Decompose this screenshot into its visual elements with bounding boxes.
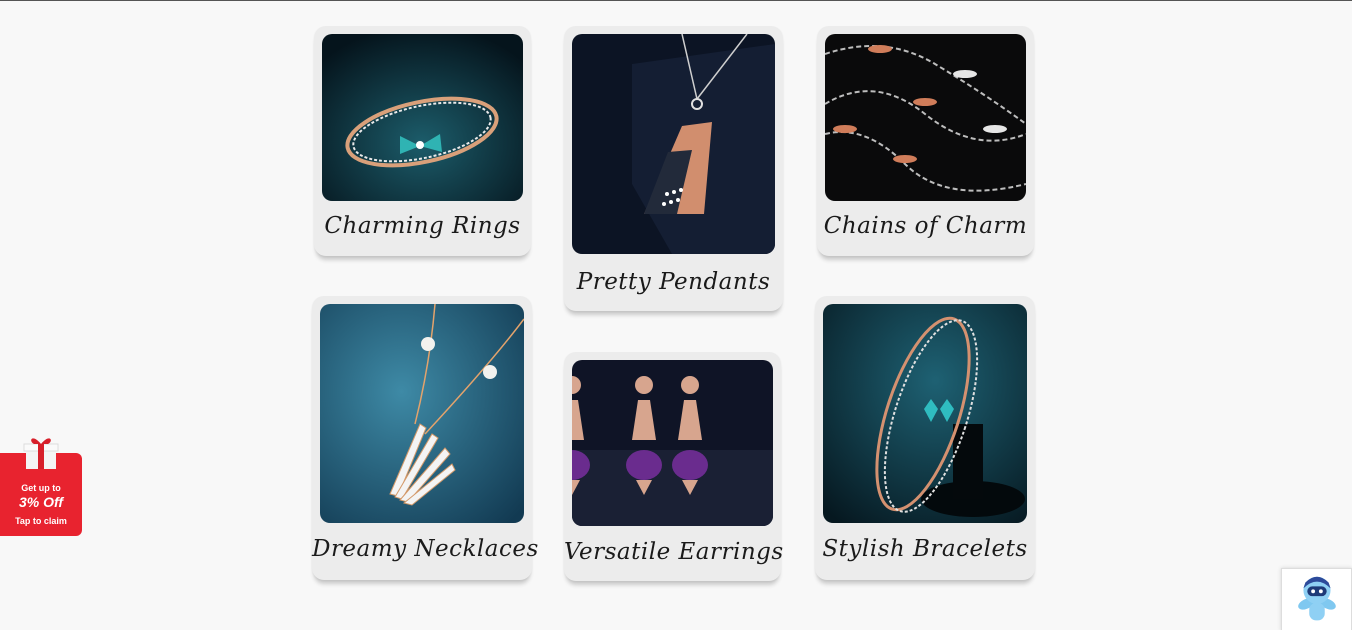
category-card-pendants[interactable]: Pretty Pendants bbox=[564, 26, 783, 311]
category-label: Stylish Bracelets bbox=[822, 536, 1028, 562]
category-card-chains[interactable]: Chains of Charm bbox=[817, 26, 1034, 256]
pendants-image bbox=[572, 34, 775, 254]
category-card-necklaces[interactable]: Dreamy Necklaces bbox=[312, 296, 539, 580]
category-card-bracelets[interactable]: Stylish Bracelets bbox=[815, 296, 1035, 580]
chains-image bbox=[825, 34, 1026, 201]
offer-line-1: Get up to bbox=[21, 483, 61, 493]
category-card-rings[interactable]: Charming Rings bbox=[314, 26, 531, 256]
necklaces-image bbox=[320, 304, 524, 523]
chat-assistant-button[interactable] bbox=[1281, 568, 1352, 630]
category-label: Charming Rings bbox=[324, 213, 521, 239]
rings-image bbox=[322, 34, 523, 201]
category-label: Chains of Charm bbox=[823, 213, 1028, 239]
bracelets-image bbox=[823, 304, 1027, 523]
assistant-bot-icon bbox=[1282, 576, 1351, 630]
category-label: Pretty Pendants bbox=[576, 269, 771, 295]
category-label: Versatile Earrings bbox=[564, 539, 784, 565]
category-card-earrings[interactable]: Versatile Earrings bbox=[564, 352, 784, 581]
offer-widget[interactable]: Get up to 3% Off Tap to claim bbox=[0, 438, 82, 536]
offer-discount: 3% Off bbox=[18, 494, 64, 510]
gift-box-icon bbox=[22, 433, 60, 471]
earrings-image bbox=[572, 360, 773, 526]
category-label: Dreamy Necklaces bbox=[312, 536, 539, 562]
offer-cta: Tap to claim bbox=[15, 516, 67, 526]
